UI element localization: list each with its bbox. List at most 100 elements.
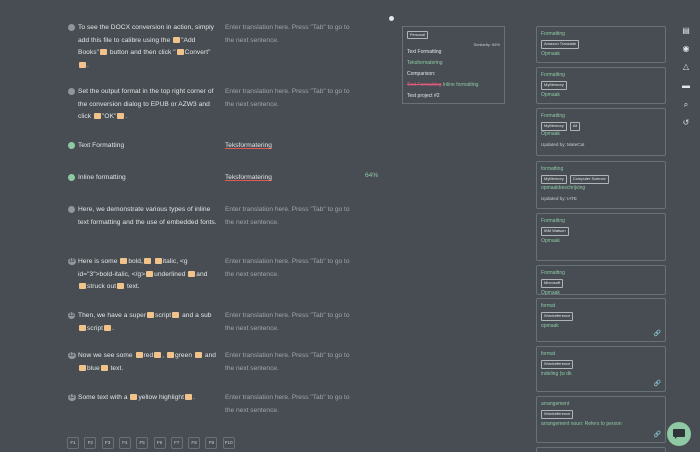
segment-number[interactable] <box>68 24 75 31</box>
tm-card[interactable]: Formatting MyMemory All Opmaak Updated by: M… <box>536 108 666 156</box>
segment-source: To see the DOCX conversion in action, si… <box>78 24 214 69</box>
tag-marker[interactable] <box>104 324 112 331</box>
tag-marker[interactable] <box>146 270 154 277</box>
tag-marker[interactable] <box>135 352 143 358</box>
tm-card-match[interactable]: Opmaak <box>541 92 560 98</box>
history-icon[interactable]: ↺ <box>680 118 692 128</box>
tag-marker[interactable] <box>100 364 108 371</box>
tag-marker[interactable] <box>184 394 192 400</box>
tag-marker[interactable] <box>166 352 174 358</box>
tag-marker[interactable] <box>147 312 155 318</box>
segment-number[interactable] <box>68 142 75 149</box>
tm-card[interactable]: arrangement Wordreference arrangement noun… <box>536 396 666 443</box>
segment-number[interactable] <box>68 88 75 95</box>
tag-marker[interactable] <box>79 324 86 331</box>
segment-number[interactable]: 13 <box>68 394 76 401</box>
tag-marker[interactable] <box>93 113 101 120</box>
function-key-f1[interactable]: F1 <box>67 437 79 449</box>
tm-card[interactable]: formatting MyMemory Computer Science opmaak… <box>536 161 666 209</box>
tm-card[interactable]: Formatting Microsoft Opmaak <box>536 265 666 296</box>
segment-number[interactable] <box>68 206 75 213</box>
segment-number[interactable]: 10 <box>68 258 76 265</box>
segment-number[interactable]: 12 <box>68 352 76 359</box>
link-icon[interactable]: 🔗 <box>654 431 661 438</box>
tm-card-match[interactable]: opmaak <box>541 323 559 329</box>
segment-target-input[interactable]: Enter translation here. Press "Tab" to g… <box>225 310 360 335</box>
segment-source: Set the output format in the top right c… <box>78 88 214 121</box>
tm-card-partial[interactable] <box>536 447 666 452</box>
tm-card[interactable]: format Wordreference opmaak 🔗 <box>536 298 666 342</box>
tag-marker[interactable] <box>154 258 162 264</box>
tm-card-source: Formatting <box>541 113 565 119</box>
function-key-f8[interactable]: F8 <box>188 437 201 449</box>
segment-number[interactable] <box>68 174 75 181</box>
function-key-f6[interactable]: F6 <box>153 437 166 449</box>
tag-marker[interactable] <box>117 113 125 120</box>
tag-marker[interactable] <box>176 49 184 56</box>
tm-card[interactable]: format Wordreference indeling (w dk 🔗 <box>536 346 666 392</box>
eye-icon[interactable]: ◉ <box>680 44 692 54</box>
tm-card-chips: Wordreference <box>541 360 574 369</box>
provider-chip: Wordreference <box>541 312 574 321</box>
segment-target-input[interactable]: Teksformatering <box>225 172 360 185</box>
segment-number[interactable]: 11 <box>68 312 76 319</box>
provider-chip: Microsoft <box>541 279 564 288</box>
function-key-f4[interactable]: F4 <box>118 437 131 449</box>
tm-card-match[interactable]: opmaakbeschrijving <box>541 185 585 191</box>
tm-card-match[interactable]: Opmaak <box>541 131 560 137</box>
tag-marker[interactable] <box>79 364 86 371</box>
tag-marker[interactable] <box>120 258 128 264</box>
link-icon[interactable]: 🔗 <box>654 380 661 387</box>
tm-card-match[interactable]: indeling (w dk <box>541 371 572 377</box>
segment-target-input[interactable]: Enter translation here. Press "Tab" to g… <box>225 392 360 417</box>
tag-marker[interactable] <box>194 352 202 358</box>
tag-marker[interactable] <box>188 270 196 277</box>
tm-card-updated: Updated by: IATE <box>541 196 577 201</box>
segment-target-input[interactable]: Teksformatering <box>225 140 360 153</box>
tag-marker[interactable] <box>154 352 162 358</box>
segment-target-input[interactable]: Enter translation here. Press "Tab" to g… <box>225 204 360 229</box>
tm-card-chips: MyMemory All <box>541 122 581 131</box>
function-key-f10[interactable]: F10 <box>222 437 235 449</box>
function-key-f5[interactable]: F5 <box>136 437 149 449</box>
tm-card-match[interactable]: Opmaak <box>541 238 560 244</box>
tm-card-source: arrangement <box>541 401 570 407</box>
tm-card[interactable]: Formatting IBM Watson Opmaak <box>536 213 666 261</box>
chat-icon <box>673 429 685 439</box>
tag-marker[interactable] <box>79 283 86 290</box>
provider-chip: Amazon Translate <box>541 40 580 49</box>
tm-card-match[interactable]: Opmaak <box>541 51 560 57</box>
tag-marker[interactable] <box>99 49 107 56</box>
match-percentage: 64% <box>365 172 379 179</box>
provider-chip: Wordreference <box>541 410 574 419</box>
link-icon[interactable]: 🔗 <box>654 330 661 337</box>
segment-target-input[interactable]: Enter translation here. Press "Tab" to g… <box>225 256 360 281</box>
provider-chip: All <box>569 122 581 131</box>
comment-icon[interactable]: ▬ <box>680 81 692 91</box>
tag-marker[interactable] <box>143 258 151 264</box>
compare-diff: Text Formatting Inline formatting <box>407 82 479 88</box>
tag-marker[interactable] <box>79 61 86 68</box>
search-icon[interactable]: ⌕ <box>680 100 692 110</box>
tm-card[interactable]: Formatting MyMemory Opmaak <box>536 67 666 104</box>
function-key-f7[interactable]: F7 <box>170 437 183 449</box>
segment-target-input[interactable]: Enter translation here. Press "Tab" to g… <box>225 22 360 47</box>
tag-marker[interactable] <box>117 283 125 290</box>
function-key-f9[interactable]: F9 <box>205 437 218 449</box>
tag-marker[interactable] <box>173 36 181 43</box>
tm-card-match[interactable]: arrangement noun: Refers to person <box>541 421 622 427</box>
tm-card[interactable]: Formatting Amazon Translate Opmaak <box>536 26 666 63</box>
book-icon[interactable]: ▤ <box>680 26 692 36</box>
compare-label: Comparison: <box>407 71 436 77</box>
segment-source: Now we see some red, green and blue text… <box>78 352 217 372</box>
segment-target-input[interactable]: Enter translation here. Press "Tab" to g… <box>225 86 360 111</box>
tm-card-match[interactable]: Opmaak <box>541 290 560 296</box>
function-key-f2[interactable]: F2 <box>84 437 97 449</box>
chat-button[interactable] <box>667 422 691 446</box>
tag-marker[interactable] <box>130 394 138 400</box>
function-key-f3[interactable]: F3 <box>101 437 114 449</box>
tag-marker[interactable] <box>172 312 180 318</box>
similarity-score: Similarity: 65% <box>473 42 500 47</box>
drive-icon[interactable]: △ <box>680 62 692 72</box>
segment-target-input[interactable]: Enter translation here. Press "Tab" to g… <box>225 350 360 375</box>
